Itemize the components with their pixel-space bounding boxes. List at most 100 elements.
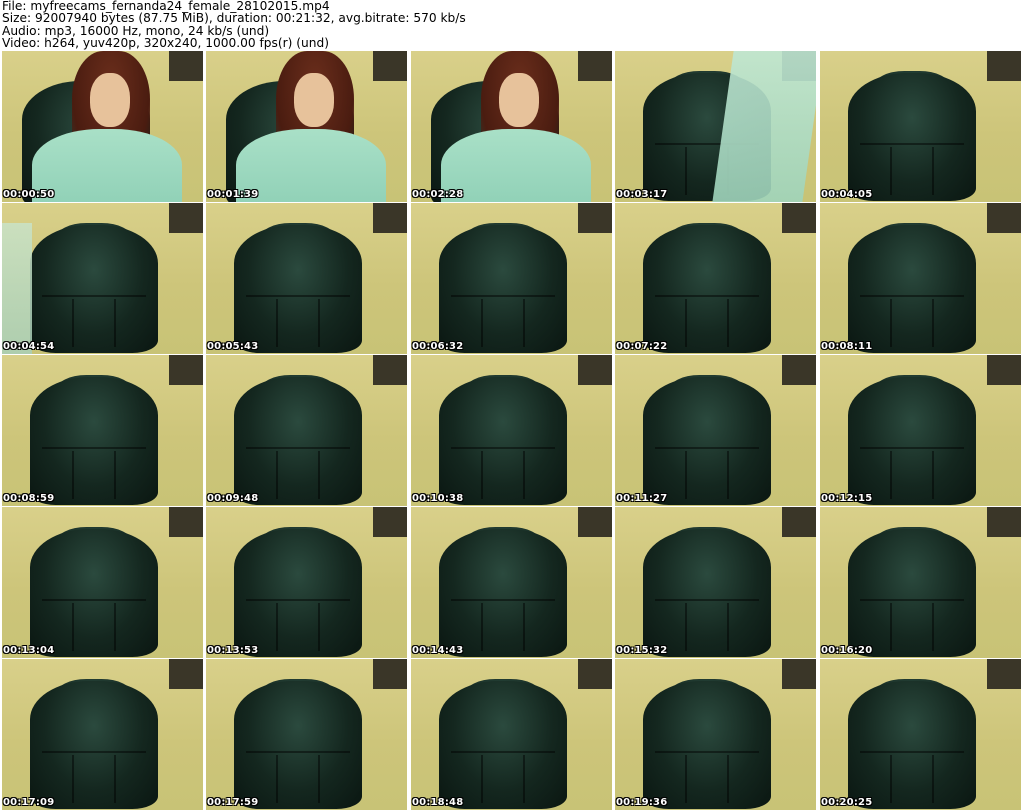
wall-picture xyxy=(782,659,816,689)
wall-picture xyxy=(578,659,612,689)
wall-picture xyxy=(578,355,612,385)
chair-seam xyxy=(523,451,525,499)
video-thumbnail: 00:19:36 xyxy=(615,659,816,810)
chair-seam xyxy=(246,295,350,297)
chair-seam xyxy=(685,755,687,803)
wall-picture xyxy=(782,203,816,233)
video-thumbnail: 00:15:32 xyxy=(615,507,816,658)
chair-seam xyxy=(655,447,759,449)
chair-seam xyxy=(860,599,964,601)
wall-picture xyxy=(987,203,1021,233)
thumbnail-timestamp: 00:04:05 xyxy=(821,189,873,200)
thumbnail-timestamp: 00:05:43 xyxy=(207,341,259,352)
video-thumbnail: 00:14:43 xyxy=(411,507,612,658)
office-chair xyxy=(643,681,771,809)
thumbnail-timestamp: 00:13:04 xyxy=(3,645,55,656)
office-chair xyxy=(848,681,976,809)
thumbnail-timestamp: 00:03:17 xyxy=(616,189,668,200)
office-chair xyxy=(30,377,158,505)
chair-seam xyxy=(727,603,729,651)
chair-seam xyxy=(42,751,146,753)
chair-seam xyxy=(481,451,483,499)
wall-picture xyxy=(373,203,407,233)
office-chair xyxy=(30,529,158,657)
thumbnail-timestamp: 00:14:43 xyxy=(412,645,464,656)
chair-seam xyxy=(932,451,934,499)
chair-seam xyxy=(318,603,320,651)
chair-seam xyxy=(932,755,934,803)
wall-picture xyxy=(782,507,816,537)
thumbnail-timestamp: 00:15:32 xyxy=(616,645,668,656)
chair-seam xyxy=(246,447,350,449)
chair-seam xyxy=(685,603,687,651)
thumbnail-timestamp: 00:13:53 xyxy=(207,645,259,656)
video-thumbnail: 00:17:09 xyxy=(2,659,203,810)
chair-seam xyxy=(481,299,483,347)
chair-seam xyxy=(276,755,278,803)
chair-seam xyxy=(451,751,555,753)
wall-picture xyxy=(169,507,203,537)
video-thumbnail: 00:00:50 xyxy=(2,51,203,202)
video-thumbnail: 00:02:28 xyxy=(411,51,612,202)
video-thumbnail: 00:06:32 xyxy=(411,203,612,354)
chair-seam xyxy=(860,751,964,753)
chair-seam xyxy=(42,447,146,449)
chair-seam xyxy=(318,299,320,347)
chair-seam xyxy=(72,451,74,499)
chair-seam xyxy=(727,755,729,803)
video-thumbnail: 00:13:53 xyxy=(206,507,407,658)
office-chair xyxy=(234,529,362,657)
office-chair xyxy=(234,225,362,353)
thumbnail-timestamp: 00:18:48 xyxy=(412,797,464,808)
thumbnail-timestamp: 00:08:11 xyxy=(821,341,873,352)
office-chair xyxy=(643,529,771,657)
office-chair xyxy=(848,529,976,657)
office-chair xyxy=(643,225,771,353)
thumbnail-timestamp: 00:10:38 xyxy=(412,493,464,504)
chair-seam xyxy=(932,603,934,651)
thumbnail-timestamp: 00:08:59 xyxy=(3,493,55,504)
chair-seam xyxy=(523,603,525,651)
video-thumbnail: 00:17:59 xyxy=(206,659,407,810)
wall-picture xyxy=(373,355,407,385)
thumbnail-timestamp: 00:09:48 xyxy=(207,493,259,504)
chair-seam xyxy=(72,755,74,803)
office-chair xyxy=(643,377,771,505)
video-thumbnail: 00:08:59 xyxy=(2,355,203,506)
chair-seam xyxy=(890,603,892,651)
chair-seam xyxy=(655,599,759,601)
thumbnail-timestamp: 00:12:15 xyxy=(821,493,873,504)
chair-seam xyxy=(481,603,483,651)
chair-seam xyxy=(481,755,483,803)
chair-seam xyxy=(860,295,964,297)
thumbnail-timestamp: 00:11:27 xyxy=(616,493,668,504)
office-chair xyxy=(439,681,567,809)
thumbnail-timestamp: 00:07:22 xyxy=(616,341,668,352)
video-thumbnail: 00:10:38 xyxy=(411,355,612,506)
chair-seam xyxy=(114,603,116,651)
chair-seam xyxy=(451,599,555,601)
video-thumbnail: 00:01:39 xyxy=(206,51,407,202)
office-chair xyxy=(439,225,567,353)
person-figure xyxy=(236,51,386,202)
video-thumbnail: 00:20:25 xyxy=(820,659,1021,810)
office-chair xyxy=(848,73,976,201)
chair-seam xyxy=(727,299,729,347)
file-size-line: Size: 92007940 bytes (87.75 MiB), durati… xyxy=(2,11,466,26)
thumbnail-timestamp: 00:06:32 xyxy=(412,341,464,352)
video-thumbnail: 00:13:04 xyxy=(2,507,203,658)
wall-picture xyxy=(578,507,612,537)
video-thumbnail: 00:07:22 xyxy=(615,203,816,354)
wall-picture xyxy=(782,355,816,385)
thumbnail-timestamp: 00:17:59 xyxy=(207,797,259,808)
chair-seam xyxy=(523,299,525,347)
office-chair xyxy=(30,225,158,353)
video-thumbnail: 00:04:05 xyxy=(820,51,1021,202)
wall-picture xyxy=(987,355,1021,385)
thumbnail-timestamp: 00:19:36 xyxy=(616,797,668,808)
thumbnail-timestamp: 00:16:20 xyxy=(821,645,873,656)
chair-seam xyxy=(72,603,74,651)
video-thumbnail: 00:18:48 xyxy=(411,659,612,810)
chair-seam xyxy=(890,147,892,195)
office-chair xyxy=(439,529,567,657)
